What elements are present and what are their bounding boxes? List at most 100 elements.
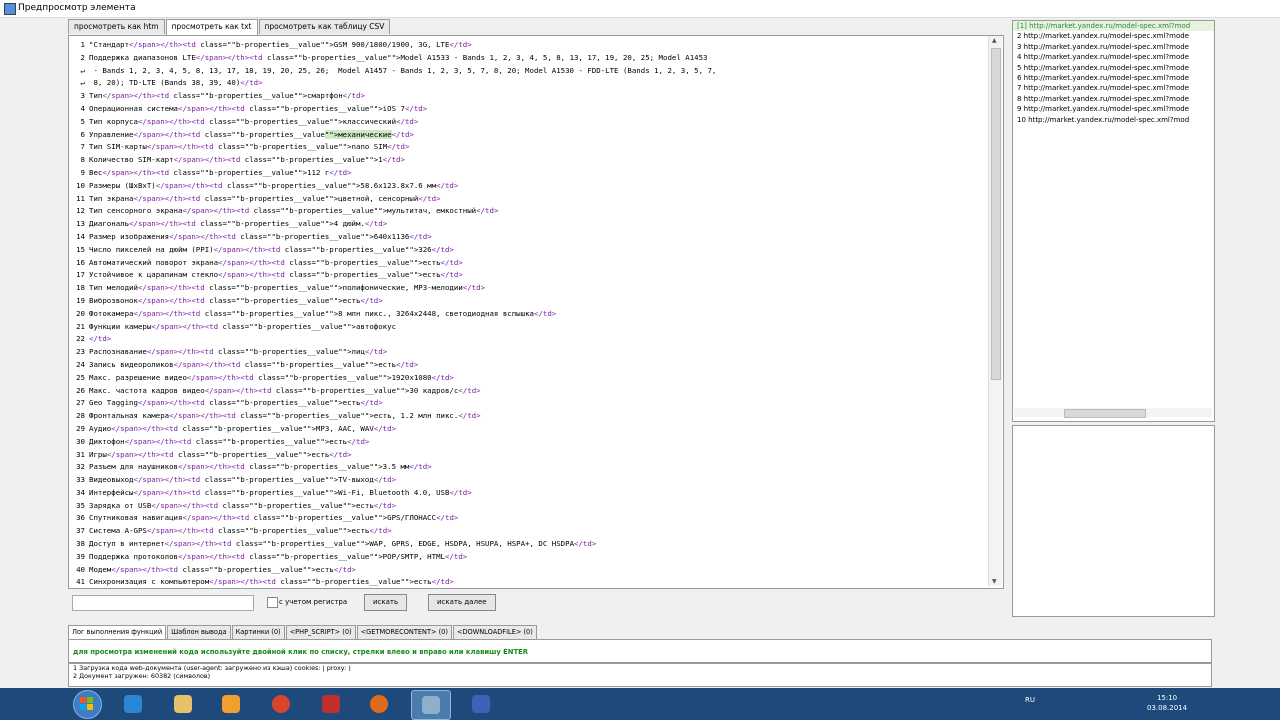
case-sensitive-checkbox[interactable] xyxy=(267,597,278,608)
html-tag: </span></th><td xyxy=(151,500,219,510)
code-line: 36 Спутниковая навигация</span></th><td c… xyxy=(73,512,983,525)
html-tag: </td> xyxy=(431,577,454,587)
code-line: 7 Тип SIM-карты</span></th><td class=""b-… xyxy=(73,141,983,154)
code-text: class=""b-properties__value"">есть xyxy=(284,257,441,267)
tab-getmorecontent[interactable]: <GETMORECONTENT> (0) xyxy=(356,625,452,639)
code-text: class=""b-properties__value"">GPS/ГЛОНАС… xyxy=(249,513,437,523)
code-line: 32 Разъем для наушников</span></th><td cl… xyxy=(73,461,983,474)
tab-view-txt[interactable]: просмотреть как txt xyxy=(165,19,258,35)
code-text: class=""b-properties__value"">Model A153… xyxy=(262,52,708,62)
code-line: 10 Размеры (ШxВxТ)</span></th><td class="… xyxy=(73,180,983,193)
url-list[interactable]: [1] http://market.yandex.ru/model-spec.x… xyxy=(1012,20,1215,422)
line-number: 9 xyxy=(80,167,85,177)
code-text: class=""b-properties__value"">8 млн пикс… xyxy=(200,308,534,318)
code-line: 19 Виброзвонок</span></th><td class=""b-p… xyxy=(73,295,983,308)
scrollbar-thumb[interactable] xyxy=(991,48,1001,380)
html-tag: </td> xyxy=(360,295,383,305)
preview-panel xyxy=(1012,425,1215,617)
tab-function-log[interactable]: Лог выполнения функций xyxy=(68,625,167,639)
html-tag: </td> xyxy=(373,500,397,510)
line-number: 8 xyxy=(80,155,85,165)
log-line: 1 Загрузка кода web-документа (user-agen… xyxy=(73,664,351,672)
find-button[interactable]: искать xyxy=(364,594,408,611)
html-tag: </span></th><td xyxy=(218,270,285,280)
html-tag: </span></th><td xyxy=(178,462,245,472)
list-item[interactable]: 10 http://market.yandex.ru/model-spec.xm… xyxy=(1013,115,1214,125)
line-number: 26 xyxy=(76,385,85,395)
html-tag: </span></th><td xyxy=(151,321,219,331)
tab-images[interactable]: Картинки (0) xyxy=(231,625,285,639)
line-number: 15 xyxy=(76,244,85,254)
tab-view-htm[interactable]: просмотреть как htm xyxy=(68,19,165,34)
code-text: class=""b-properties__value"">640x1136 xyxy=(235,231,410,241)
code-text: class=""b-properties__value"">классическ… xyxy=(204,116,397,126)
code-line: 33 Видеовыход</span></th><td class=""b-pr… xyxy=(73,474,983,487)
html-tag: </span></th><td xyxy=(178,103,245,113)
html-tag: </span></th><td xyxy=(137,283,205,293)
code-text: class=""b-properties__value"">есть xyxy=(240,359,397,369)
taskbar-internet-explorer[interactable] xyxy=(114,690,152,718)
list-item[interactable]: 6 http://market.yandex.ru/model-spec.xml… xyxy=(1013,73,1214,83)
tray-language[interactable]: RU xyxy=(1025,696,1035,704)
code-line: 41 Синхронизация с компьютером</span></th… xyxy=(73,576,983,588)
html-tag: </span></th><td xyxy=(137,116,205,126)
scroll-down-icon[interactable]: ▼ xyxy=(992,578,997,585)
editor-vertical-scrollbar[interactable]: ▲ ▼ xyxy=(988,36,1002,586)
html-tag: </span></th><td xyxy=(164,539,232,549)
html-tag: </span></th><td xyxy=(133,475,201,485)
html-tag: </span></th><td xyxy=(137,295,205,305)
tab-downloadfile[interactable]: <DOWNLOADFILE> (0) xyxy=(452,625,537,639)
chrome-icon xyxy=(272,695,290,713)
code-editor[interactable]: 1 "Стандарт </span></th><td class=""b-prop… xyxy=(68,35,1004,589)
list-item[interactable]: 9 http://market.yandex.ru/model-spec.xml… xyxy=(1013,104,1214,114)
taskbar-chrome[interactable] xyxy=(262,690,300,718)
list-item[interactable]: 2 http://market.yandex.ru/model-spec.xml… xyxy=(1013,31,1214,41)
code-line: 24 Запись видеороликов</span></th><td cla… xyxy=(73,359,983,372)
scrollbar-thumb[interactable] xyxy=(1064,409,1146,418)
tab-view-csv[interactable]: просмотреть как таблицу CSV xyxy=(258,19,391,34)
html-tag: </td> xyxy=(440,270,463,280)
list-item[interactable]: [1] http://market.yandex.ru/model-spec.x… xyxy=(1013,21,1214,32)
parser-app-icon xyxy=(422,696,440,714)
taskbar-media-player[interactable] xyxy=(212,690,250,718)
taskbar-firefox[interactable] xyxy=(360,690,398,718)
list-item[interactable]: 5 http://market.yandex.ru/model-spec.xml… xyxy=(1013,63,1214,73)
code-line: ↵ - Bands 1, 2, 3, 4, 5, 8, 13, 17, 18, … xyxy=(73,65,983,78)
html-tag: </td> xyxy=(373,475,397,485)
clock[interactable]: 15:10 03.08.2014 xyxy=(1147,693,1187,713)
line-number: 39 xyxy=(76,551,85,561)
taskbar-parser-app[interactable] xyxy=(411,690,451,720)
code-line: 5 Тип корпуса</span></th><td class=""b-pr… xyxy=(73,116,983,129)
list-item[interactable]: 4 http://market.yandex.ru/model-spec.xml… xyxy=(1013,52,1214,62)
line-number: 19 xyxy=(76,295,85,305)
url-list-horizontal-scrollbar[interactable] xyxy=(1014,408,1212,418)
code-line: 30 Диктофон</span></th><td class=""b-prop… xyxy=(73,436,983,449)
code-text: class=""b-properties__value"">3.5 мм xyxy=(244,462,410,472)
line-number: 1 xyxy=(80,40,85,49)
code-text: class=""b-properties__value"">POP/SMTP, … xyxy=(244,551,445,561)
html-tag: </span></th><td xyxy=(133,308,201,318)
taskbar-app-people[interactable] xyxy=(462,690,500,718)
code-line: 27 Geo Tagging</span></th><td class=""b-p… xyxy=(73,397,983,410)
code-line: 11 Тип экрана</span></th><td class=""b-pr… xyxy=(73,193,983,206)
list-item[interactable]: 3 http://market.yandex.ru/model-spec.xml… xyxy=(1013,42,1214,52)
find-next-button[interactable]: искать далее xyxy=(428,594,496,611)
code-text: Макс. разрешение видео xyxy=(89,372,187,382)
start-button[interactable] xyxy=(73,690,102,719)
scroll-up-icon[interactable]: ▲ xyxy=(992,37,997,44)
line-number: 7 xyxy=(80,142,85,152)
code-text: Зарядка от USB xyxy=(89,500,152,510)
taskbar-file-explorer[interactable] xyxy=(164,690,202,718)
html-tag: </td> xyxy=(574,539,597,549)
list-item[interactable]: 8 http://market.yandex.ru/model-spec.xml… xyxy=(1013,94,1214,104)
code-text: class=""b-properties__value"">есть xyxy=(173,449,330,459)
tab-php-script[interactable]: <PHP_SCRIPT> (0) xyxy=(285,625,356,639)
line-number: 27 xyxy=(76,398,85,408)
tab-output-template[interactable]: Шаблон вывода xyxy=(167,625,231,639)
search-input[interactable] xyxy=(72,595,254,611)
list-item[interactable]: 7 http://market.yandex.ru/model-spec.xml… xyxy=(1013,83,1214,93)
taskbar-app-figure[interactable] xyxy=(312,690,350,718)
code-line: 35 Зарядка от USB</span></th><td class=""… xyxy=(73,500,983,513)
code-text: Фронтальная камера xyxy=(89,411,170,421)
code-text: class=""b-properties__value"">есть xyxy=(204,295,361,305)
